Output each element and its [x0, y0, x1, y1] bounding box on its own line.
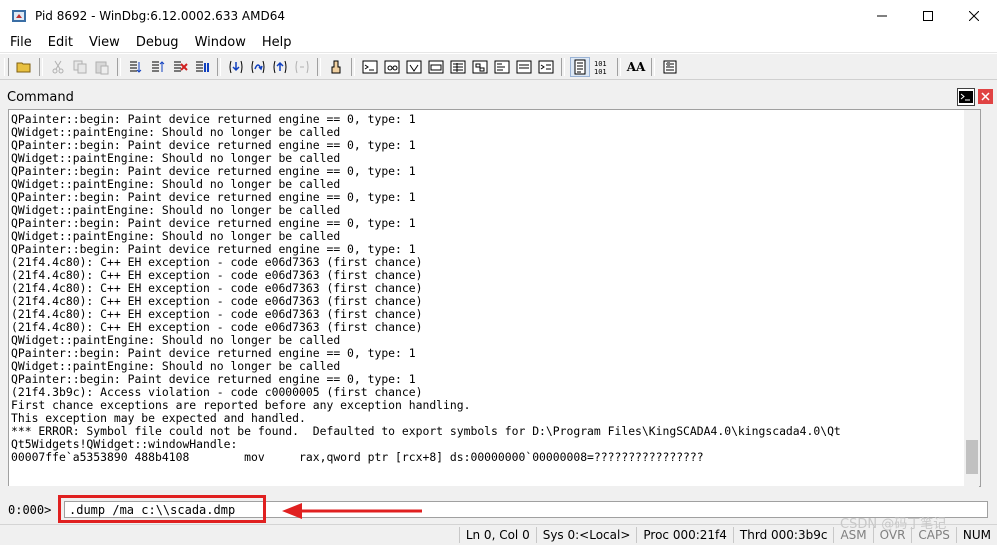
- toolbar-separator: [317, 57, 321, 76]
- scratch-pad-button[interactable]: [514, 57, 534, 77]
- scratch-pad-icon: [516, 60, 532, 73]
- stop-debugging-icon: [174, 61, 188, 71]
- title-bar: Pid 8692 - WinDbg:6.12.0002.633 AMD64: [0, 0, 997, 32]
- menu-window[interactable]: Window: [186, 35, 253, 50]
- hex-mode-icon: 101101: [594, 60, 607, 75]
- source-mode-on-icon: [574, 59, 586, 74]
- paste-button[interactable]: [92, 57, 112, 77]
- maximize-button[interactable]: [905, 0, 951, 32]
- toolbar-grip[interactable]: [4, 57, 9, 76]
- maximize-icon: [923, 11, 933, 21]
- toolbar-separator: [351, 57, 355, 76]
- watermark: CSDN @码丁笔记: [840, 517, 947, 532]
- command-output[interactable]: QPainter::begin: Paint device returned e…: [8, 109, 981, 487]
- restart-button[interactable]: [148, 57, 168, 77]
- toolbar-separator: [117, 57, 121, 76]
- toolbar-separator: [217, 57, 221, 76]
- run-to-cursor-button[interactable]: [292, 57, 312, 77]
- svg-text:101: 101: [594, 68, 607, 75]
- disassembly-button[interactable]: [492, 57, 512, 77]
- toolbar: 101 101 AA: [0, 53, 997, 80]
- disassembly-icon: [494, 60, 510, 73]
- go-icon: [130, 61, 142, 73]
- memory-icon: [450, 60, 466, 73]
- restart-icon: [152, 60, 165, 72]
- stop-debugging-button[interactable]: [170, 57, 190, 77]
- watch-icon: [384, 60, 400, 73]
- watch-button[interactable]: [382, 57, 402, 77]
- scrollbar-thumb[interactable]: [966, 440, 978, 474]
- menu-view[interactable]: View: [80, 35, 127, 50]
- minimize-button[interactable]: [859, 0, 905, 32]
- font-icon: AA: [626, 59, 646, 74]
- call-stack-icon: [472, 60, 488, 73]
- processes-threads-icon: [538, 60, 554, 73]
- toolbar-separator: [651, 57, 655, 76]
- status-thrd: Thrd 000:3b9c: [732, 527, 834, 543]
- step-out-icon: [273, 60, 287, 73]
- status-sys: Sys 0:<Local>: [535, 527, 637, 543]
- command-window-icon: [362, 60, 378, 73]
- status-num: NUM: [955, 527, 997, 543]
- toolbar-separator: [617, 57, 621, 76]
- break-button[interactable]: [192, 57, 212, 77]
- command-output-text: QPainter::begin: Paint device returned e…: [11, 112, 841, 464]
- status-position: Ln 0, Col 0: [458, 527, 536, 543]
- go-button[interactable]: [126, 57, 146, 77]
- registers-button[interactable]: [426, 57, 446, 77]
- command-window-close-button[interactable]: [978, 89, 993, 104]
- toolbar-separator: [39, 57, 43, 76]
- toolbar-separator: [561, 57, 565, 76]
- window-title: Pid 8692 - WinDbg:6.12.0002.633 AMD64: [35, 9, 285, 23]
- locals-button[interactable]: [404, 57, 424, 77]
- step-into-button[interactable]: [226, 57, 246, 77]
- command-prompt-icon[interactable]: [957, 88, 975, 106]
- menu-bar: File Edit View Debug Window Help: [0, 32, 997, 53]
- menu-help[interactable]: Help: [253, 35, 299, 50]
- options-button[interactable]: [660, 57, 680, 77]
- break-icon: [196, 61, 209, 72]
- menu-file[interactable]: File: [0, 35, 39, 50]
- paste-icon: [95, 61, 109, 74]
- menu-edit[interactable]: Edit: [39, 35, 80, 50]
- cut-icon: [52, 60, 64, 73]
- registers-icon: [428, 60, 444, 73]
- hex-mode-button[interactable]: 101 101: [592, 57, 612, 77]
- step-over-button[interactable]: [248, 57, 268, 77]
- status-proc: Proc 000:21f4: [636, 527, 733, 543]
- font-button[interactable]: AA: [626, 57, 646, 77]
- memory-button[interactable]: [448, 57, 468, 77]
- command-window-header: Command: [0, 86, 997, 108]
- vertical-scrollbar[interactable]: [964, 110, 980, 486]
- annotation-arrow-icon: [282, 503, 422, 519]
- cut-button[interactable]: [48, 57, 68, 77]
- step-out-button[interactable]: [270, 57, 290, 77]
- windbg-app-icon: [12, 10, 26, 22]
- copy-button[interactable]: [70, 57, 90, 77]
- step-over-icon: [251, 60, 265, 73]
- command-prompt: 0:000>: [8, 503, 52, 517]
- close-icon: [969, 11, 979, 21]
- source-mode-button[interactable]: [326, 57, 346, 77]
- step-into-icon: [229, 60, 243, 73]
- source-mode-icon: [331, 60, 341, 73]
- menu-debug[interactable]: Debug: [127, 35, 186, 50]
- copy-icon: [73, 60, 87, 73]
- run-to-cursor-icon: [295, 60, 309, 73]
- svg-text:101: 101: [594, 60, 607, 68]
- close-button[interactable]: [951, 0, 997, 32]
- command-window-button[interactable]: [360, 57, 380, 77]
- source-mode-on-button[interactable]: [570, 56, 590, 77]
- call-stack-button[interactable]: [470, 57, 490, 77]
- minimize-icon: [877, 15, 887, 17]
- open-button[interactable]: [14, 57, 34, 77]
- close-icon: [981, 92, 990, 101]
- locals-icon: [406, 60, 422, 73]
- command-window-title: Command: [7, 89, 74, 105]
- open-icon: [16, 62, 31, 72]
- annotation-highlight-box: [58, 495, 266, 523]
- options-icon: [663, 60, 677, 73]
- processes-threads-button[interactable]: [536, 57, 556, 77]
